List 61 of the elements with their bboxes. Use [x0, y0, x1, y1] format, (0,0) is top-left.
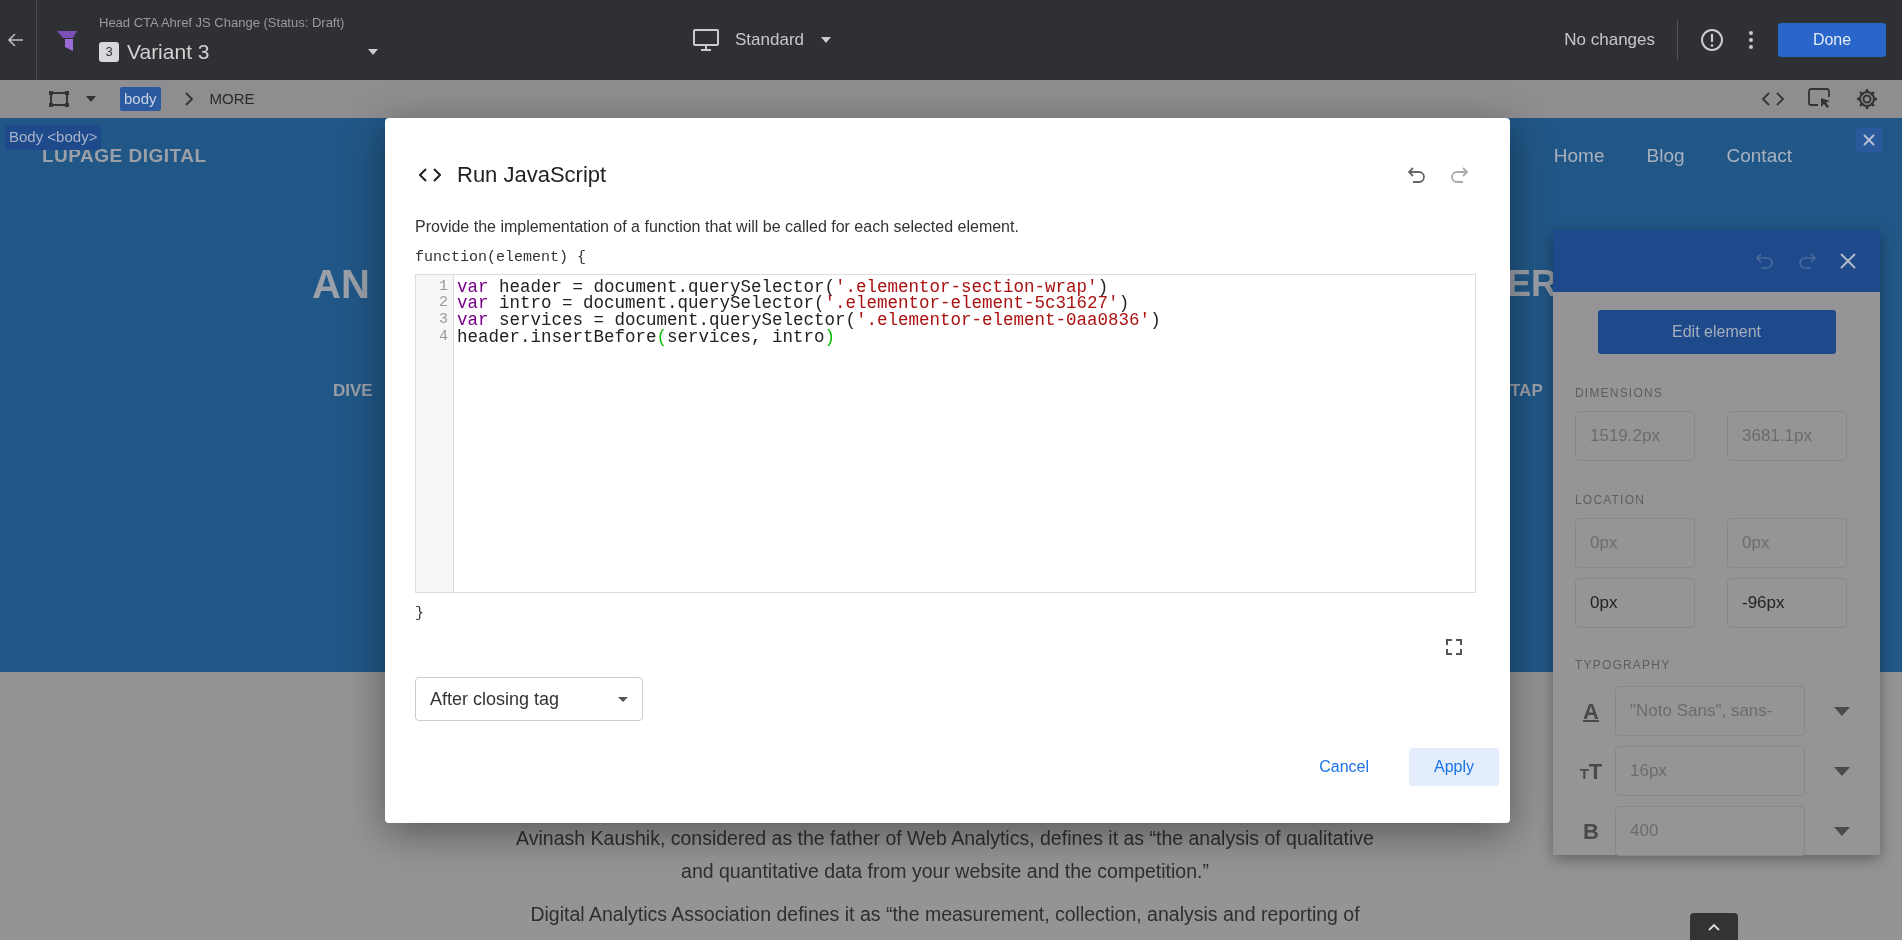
chevron-right-icon — [184, 92, 194, 106]
apply-button[interactable]: Apply — [1409, 748, 1499, 786]
element-label: Body <body> — [5, 125, 102, 150]
close-button[interactable] — [1856, 128, 1882, 152]
device-selector[interactable]: Standard — [735, 27, 804, 53]
close-icon — [1863, 134, 1875, 146]
caret-down-icon[interactable] — [367, 47, 379, 56]
more-link[interactable]: MORE — [209, 87, 255, 111]
heading-text: AN — [312, 262, 370, 306]
scroll-up-button[interactable] — [1690, 913, 1738, 940]
code-text: } — [415, 603, 424, 624]
undo-icon[interactable] — [1408, 166, 1426, 183]
paragraph: Digital Analytics Association defines it as “the measurement, collection, analysis and reporting of — [529, 902, 1361, 927]
nav-link[interactable]: Contact — [1726, 142, 1792, 171]
alert-icon[interactable] — [1700, 28, 1724, 52]
done-button[interactable]: Done — [1778, 23, 1886, 57]
code-text: function(element) { — [415, 248, 588, 268]
input-field[interactable]: 0px — [1575, 578, 1695, 628]
subheading-text: TAP — [1510, 380, 1543, 402]
input-field[interactable]: -96px — [1727, 578, 1847, 628]
cancel-button[interactable]: Cancel — [1303, 745, 1385, 789]
line-number: 3 — [438, 311, 449, 329]
code-line: header.insertBefore(services, intro) — [457, 328, 836, 346]
caret-up-icon — [1708, 922, 1720, 931]
close-icon[interactable] — [1840, 253, 1856, 269]
fullscreen-icon[interactable] — [1446, 639, 1462, 655]
line-number: 1 — [438, 278, 449, 296]
subheading-text: DIVE — [333, 380, 373, 402]
code-line: var services = document.querySelector('.elementor-element-0aa0836') — [457, 311, 1161, 329]
code-icon[interactable] — [1762, 92, 1784, 106]
monitor-icon[interactable] — [693, 29, 719, 51]
variant-name[interactable]: Variant 3 — [127, 36, 210, 68]
caret-down-icon[interactable] — [86, 96, 96, 102]
code-line: var header = document.querySelector('.elementor-section-wrap') — [457, 278, 1109, 296]
nav-link[interactable]: Blog — [1646, 142, 1685, 171]
dialog-title: Run JavaScript — [457, 161, 607, 189]
code-icon — [419, 167, 441, 182]
cursor-select-icon[interactable] — [1808, 88, 1832, 110]
font-size-icon: TT — [1575, 754, 1607, 788]
font-weight-icon: B — [1575, 814, 1607, 848]
variant-number: 3 — [99, 41, 119, 62]
code-line: var intro = document.querySelector('.elementor-element-5c31627') — [457, 295, 1130, 312]
position-dropdown[interactable]: After closing tag — [415, 677, 643, 721]
line-number: 2 — [438, 295, 449, 312]
redo-icon[interactable] — [1450, 166, 1468, 183]
caret-down-icon — [618, 696, 628, 702]
line-number: 4 — [438, 328, 449, 346]
paragraph: Avinash Kaushik, considered as the father of Web Analytics, defines it as “the analysis of qualitative and quantitative data from your website and the competition.” — [515, 826, 1375, 884]
save-status: No changes — [1564, 29, 1655, 52]
caret-down-icon[interactable] — [820, 36, 832, 44]
font-family-icon: A — [1575, 694, 1607, 728]
selected-element[interactable]: body — [120, 86, 161, 112]
back-arrow-icon[interactable] — [8, 33, 24, 47]
instructions-text: Provide the implementation of a function that will be called for each selected element. — [415, 217, 1020, 237]
frame-select-icon[interactable] — [48, 90, 70, 108]
gear-icon[interactable] — [1856, 88, 1878, 110]
more-vertical-icon[interactable] — [1748, 30, 1754, 50]
nav-link[interactable]: Home — [1553, 142, 1605, 171]
experiment-title: Head CTA Ahref JS Change (Status: Draft) — [99, 13, 346, 32]
edit-element-button[interactable]: Edit element — [1597, 310, 1836, 354]
code-editor[interactable] — [415, 273, 1476, 593]
